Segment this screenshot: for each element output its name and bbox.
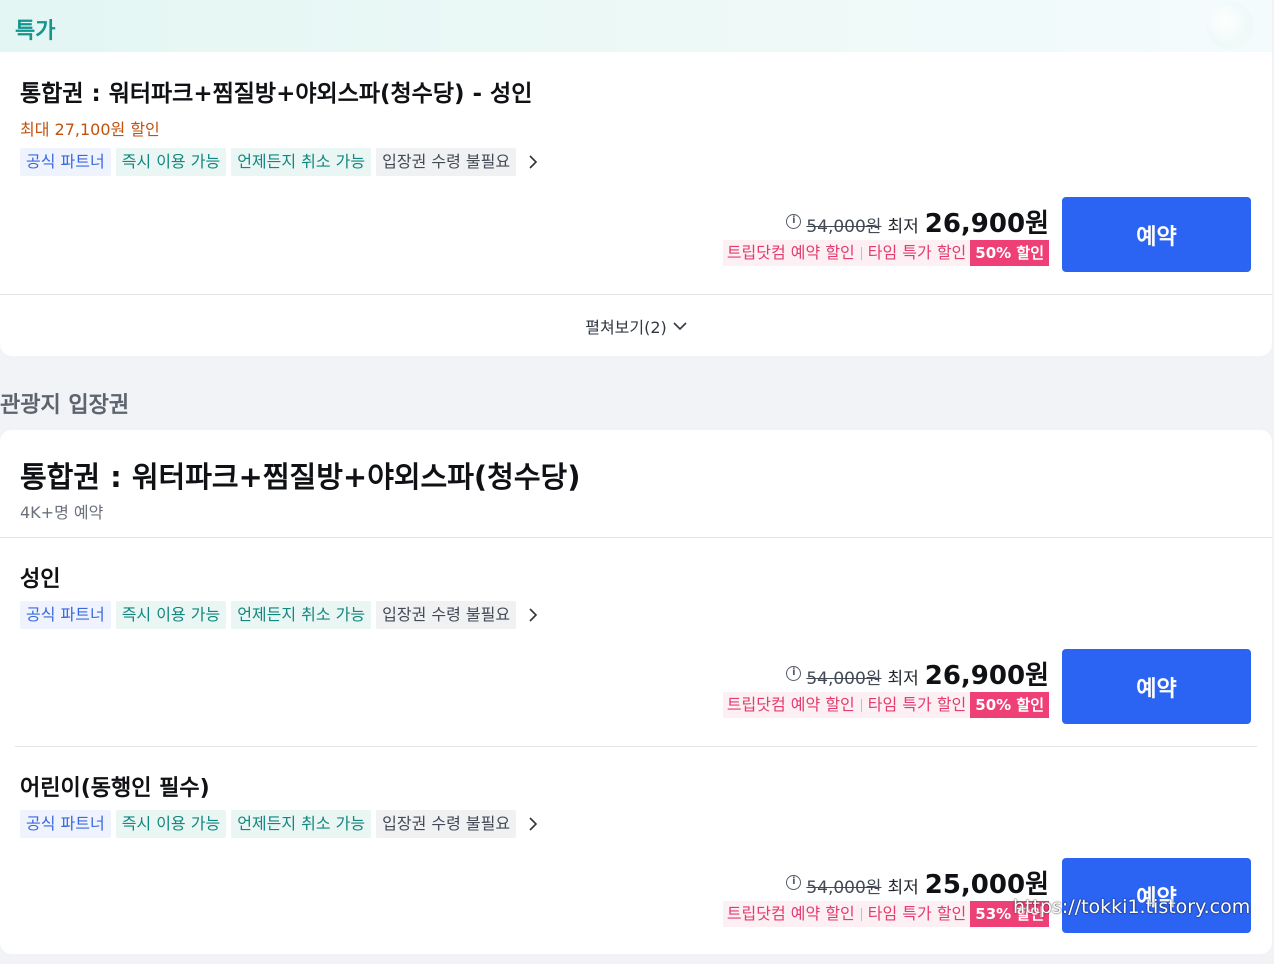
badge-tripcom-discount: 트립닷컴 예약 할인 — [726, 695, 855, 714]
min-price-label: 최저 — [887, 217, 919, 237]
option-tags: 공식 파트너 즉시 이용 가능 언제든지 취소 가능 입장권 수령 불필요 — [20, 601, 543, 629]
min-price-label: 최저 — [887, 669, 919, 689]
info-icon[interactable]: i — [786, 214, 802, 229]
deal-header: 특가 — [0, 0, 1272, 52]
tag-instant-use: 즉시 이용 가능 — [115, 601, 227, 629]
divider — [15, 746, 1257, 747]
badge-separator — [860, 698, 862, 712]
book-button[interactable]: 예약 — [1062, 197, 1251, 272]
deal-product-title[interactable]: 통합권 : 워터파크+찜질방+야외스파(청수당) - 성인 — [20, 74, 532, 108]
deal-tags: 공식 파트너 즉시 이용 가능 언제든지 취소 가능 입장권 수령 불필요 — [20, 148, 543, 176]
booking-count: 4K+명 예약 — [20, 503, 104, 522]
badge-separator — [860, 907, 862, 921]
deal-price-row: i 54,000원 최저 26,900원 — [786, 203, 1049, 240]
tag-no-ticket-pickup: 입장권 수령 불필요 — [376, 148, 517, 176]
section-title: 관광지 입장권 — [0, 393, 130, 418]
watermark-text: https://tokki1.tistory.com — [1013, 896, 1251, 918]
badge-tripcom-discount: 트립닷컴 예약 할인 — [726, 243, 855, 262]
tag-free-cancel: 언제든지 취소 가능 — [231, 601, 372, 629]
tag-instant-use: 즉시 이용 가능 — [115, 810, 227, 838]
discount-badges-soft: 트립닷컴 예약 할인 타임 특가 할인 — [722, 240, 971, 266]
tag-instant-use: 즉시 이용 가능 — [115, 148, 227, 176]
deal-header-title: 특가 — [15, 19, 56, 44]
chevron-down-icon — [673, 321, 687, 330]
info-icon[interactable]: i — [786, 875, 802, 890]
badge-time-deal: 타임 특가 할인 — [867, 695, 967, 714]
tag-free-cancel: 언제든지 취소 가능 — [231, 148, 372, 176]
tag-free-cancel: 언제든지 취소 가능 — [231, 810, 372, 838]
chevron-right-icon[interactable] — [523, 810, 543, 838]
tag-official-partner: 공식 파트너 — [20, 148, 111, 176]
divider — [0, 294, 1272, 295]
final-price: 26,900원 — [924, 661, 1049, 691]
discount-percent-badge: 50% 할인 — [970, 692, 1049, 718]
max-discount-text: 최대 27,100원 할인 — [20, 120, 160, 139]
attraction-ticket-card: 통합권 : 워터파크+찜질방+야외스파(청수당) 4K+명 예약 성인 공식 파… — [0, 430, 1272, 954]
original-price: 54,000원 — [806, 878, 882, 898]
option-name-adult: 성인 — [20, 567, 61, 592]
tag-official-partner: 공식 파트너 — [20, 810, 111, 838]
original-price: 54,000원 — [806, 217, 882, 237]
min-price-label: 최저 — [887, 878, 919, 898]
option-name-child: 어린이(동행인 필수) — [20, 776, 210, 801]
badge-time-deal: 타임 특가 할인 — [867, 904, 967, 923]
option-price-row: i 54,000원 최저 25,000원 — [786, 864, 1049, 901]
tag-official-partner: 공식 파트너 — [20, 601, 111, 629]
option-price-row: i 54,000원 최저 26,900원 — [786, 655, 1049, 692]
discount-badges-soft: 트립닷컴 예약 할인 타임 특가 할인 — [722, 901, 971, 927]
badge-separator — [860, 246, 862, 260]
info-icon[interactable]: i — [786, 666, 802, 681]
discount-percent-badge: 50% 할인 — [970, 240, 1049, 266]
tag-no-ticket-pickup: 입장권 수령 불필요 — [376, 810, 517, 838]
badge-tripcom-discount: 트립닷컴 예약 할인 — [726, 904, 855, 923]
chevron-right-icon[interactable] — [523, 148, 543, 176]
original-price: 54,000원 — [806, 669, 882, 689]
deal-discount-badges: 트립닷컴 예약 할인 타임 특가 할인 50% 할인 — [722, 240, 1049, 266]
deal-card: 특가 통합권 : 워터파크+찜질방+야외스파(청수당) - 성인 최대 27,1… — [0, 0, 1272, 356]
tag-no-ticket-pickup: 입장권 수령 불필요 — [376, 601, 517, 629]
book-button[interactable]: 예약 — [1062, 649, 1251, 724]
expand-label: 펼쳐보기(2) — [585, 318, 667, 337]
option-discount-badges: 트립닷컴 예약 할인 타임 특가 할인 50% 할인 — [722, 692, 1049, 718]
header-decoration — [1206, 2, 1254, 50]
chevron-right-icon[interactable] — [523, 601, 543, 629]
product-title[interactable]: 통합권 : 워터파크+찜질방+야외스파(청수당) — [20, 454, 580, 496]
discount-badges-soft: 트립닷컴 예약 할인 타임 특가 할인 — [722, 692, 971, 718]
option-discount-badges: 트립닷컴 예약 할인 타임 특가 할인 53% 할인 — [722, 901, 1049, 927]
badge-time-deal: 타임 특가 할인 — [867, 243, 967, 262]
expand-button[interactable]: 펼쳐보기(2) — [0, 314, 1272, 338]
option-tags: 공식 파트너 즉시 이용 가능 언제든지 취소 가능 입장권 수령 불필요 — [20, 810, 543, 838]
final-price: 26,900원 — [924, 209, 1049, 239]
divider — [0, 537, 1272, 538]
